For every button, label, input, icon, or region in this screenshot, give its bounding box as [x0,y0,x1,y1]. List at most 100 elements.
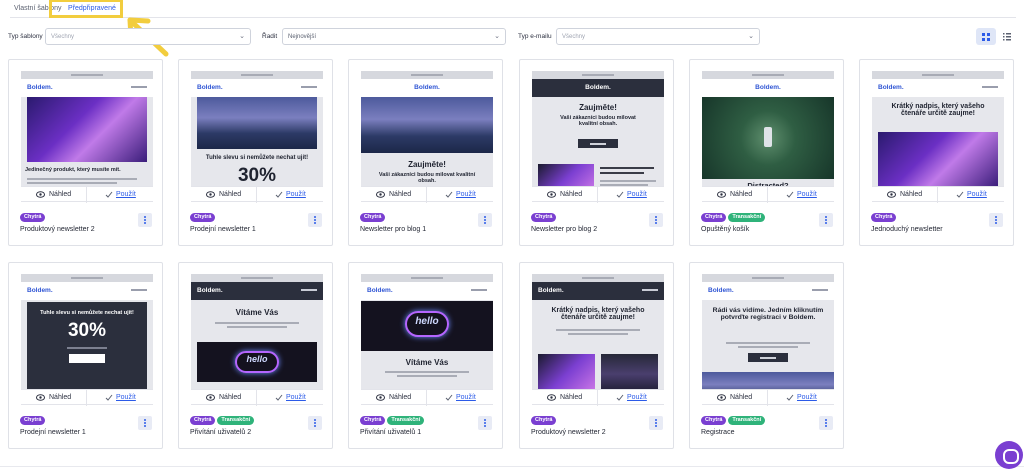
template-name: Produktový newsletter 2 [531,429,606,436]
template-type-select[interactable]: Všechny ⌄ [45,28,251,45]
chevron-down-icon: ⌄ [239,33,245,40]
use-button[interactable]: Použít [598,187,664,203]
template-thumbnail: Boldem. Krátký nadpis, který vašeho čten… [532,274,664,397]
use-button[interactable]: Použít [768,187,834,203]
check-icon [105,191,113,200]
template-card[interactable]: Boldem. Vítáme Vás hello Náhled Použít C… [178,262,333,449]
transactional-badge: Transakční [728,416,766,425]
preview-button[interactable]: Náhled [702,187,768,203]
template-card[interactable]: Boldem. Jedinečný produkt, který musíte … [8,59,163,246]
template-thumbnail: Boldem. Zaujměte! Vaši zákazníci budou m… [361,71,493,194]
card-tags: Chytrá Transakční [360,416,426,425]
divider [0,466,1024,467]
use-button[interactable]: Použít [257,390,323,406]
eye-icon [717,394,726,403]
preview-button[interactable]: Náhled [361,390,427,406]
check-icon [786,394,794,403]
grid-view-toggle[interactable] [976,28,996,45]
template-name: Prodejní newsletter 1 [190,226,256,233]
card-actions: Náhled Použít [191,186,323,203]
chat-bubble-icon[interactable] [995,441,1023,469]
more-options-button[interactable] [819,416,833,430]
preview-button[interactable]: Náhled [532,390,598,406]
check-icon [275,191,283,200]
preview-button[interactable]: Náhled [191,390,257,406]
use-button[interactable]: Použít [87,390,153,406]
smart-badge: Chytrá [701,213,727,222]
more-options-button[interactable] [819,213,833,227]
check-icon [275,394,283,403]
preview-button[interactable]: Náhled [702,390,768,406]
template-card[interactable]: Boldem. Zaujměte! Vaši zákazníci budou m… [519,59,674,246]
eye-icon [36,394,45,403]
more-options-button[interactable] [308,213,322,227]
template-card[interactable]: Boldem. Tuhle slevu si nemůžete nechat u… [178,59,333,246]
more-options-button[interactable] [649,213,663,227]
chevron-down-icon: ⌄ [494,33,500,40]
transactional-badge: Transakční [728,213,766,222]
list-icon [1003,33,1011,41]
eye-icon [206,394,215,403]
template-card[interactable]: Boldem. hello Vítáme Vás Náhled Použít C… [348,262,503,449]
template-card[interactable]: Boldem. Zaujměte! Vaši zákazníci budou m… [348,59,503,246]
email-type-label: Typ e-mailu [518,33,552,40]
eye-icon [36,191,45,200]
smart-badge: Chytrá [20,213,46,222]
template-name: Opuštěný košík [701,226,750,233]
template-card[interactable]: Boldem. Krátký nadpis, který vašeho čten… [859,59,1014,246]
card-tags: Chytrá Transakční [190,416,256,425]
eye-icon [206,191,215,200]
use-button[interactable]: Použít [938,187,1004,203]
card-actions: Náhled Použít [21,186,153,203]
preview-button[interactable]: Náhled [191,187,257,203]
template-thumbnail: Boldem. Tuhle slevu si nemůžete nechat u… [21,274,153,397]
template-thumbnail: Boldem. hello Vítáme Vás [361,274,493,397]
card-actions: Náhled Použít [21,389,153,406]
more-options-button[interactable] [478,416,492,430]
smart-badge: Chytrá [531,416,557,425]
template-thumbnail: Boldem. Rádi vás vidíme. Jedním kliknutí… [702,274,834,397]
template-thumbnail: Boldem. Vítáme Vás hello [191,274,323,397]
smart-badge: Chytrá [871,213,897,222]
use-button[interactable]: Použít [427,187,493,203]
template-card[interactable]: Boldem. Rádi vás vidíme. Jedním kliknutí… [689,262,844,449]
use-button[interactable]: Použít [768,390,834,406]
sort-select[interactable]: Nejnovější ⌄ [282,28,506,45]
card-actions: Náhled Použít [702,186,834,203]
preview-button[interactable]: Náhled [532,187,598,203]
template-name: Prodejní newsletter 1 [20,429,86,436]
template-thumbnail: Boldem. Krátký nadpis, který vašeho čten… [872,71,1004,194]
card-tags: Chytrá [871,213,898,222]
eye-icon [547,394,556,403]
more-options-button[interactable] [308,416,322,430]
use-button[interactable]: Použít [598,390,664,406]
preview-button[interactable]: Náhled [361,187,427,203]
more-options-button[interactable] [649,416,663,430]
card-actions: Náhled Použít [872,186,1004,203]
email-type-select[interactable]: Všechny ⌄ [556,28,760,45]
template-name: Jednoduchý newsletter [871,226,943,233]
filter-bar: Typ šablony Všechny ⌄ Řadit Nejnovější ⌄… [8,28,1016,46]
template-card[interactable]: Boldem. Krátký nadpis, který vašeho čten… [519,262,674,449]
transactional-badge: Transakční [387,416,425,425]
more-options-button[interactable] [989,213,1003,227]
eye-icon [376,191,385,200]
preview-button[interactable]: Náhled [21,390,87,406]
more-options-button[interactable] [138,416,152,430]
use-button[interactable]: Použít [257,187,323,203]
more-options-button[interactable] [138,213,152,227]
smart-badge: Chytrá [190,213,216,222]
use-button[interactable]: Použít [87,187,153,203]
use-button[interactable]: Použít [427,390,493,406]
card-tags: Chytrá Transakční [701,213,767,222]
preview-button[interactable]: Náhled [21,187,87,203]
card-tags: Chytrá Transakční [701,416,767,425]
more-options-button[interactable] [478,213,492,227]
card-tags: Chytrá [20,416,47,425]
preview-button[interactable]: Náhled [872,187,938,203]
template-name: Newsletter pro blog 2 [531,226,598,233]
template-card[interactable]: Boldem. Tuhle slevu si nemůžete nechat u… [8,262,163,449]
template-card[interactable]: Boldem. Distracted? Náhled Použít Chytrá… [689,59,844,246]
list-view-toggle[interactable] [997,28,1017,45]
check-icon [105,394,113,403]
